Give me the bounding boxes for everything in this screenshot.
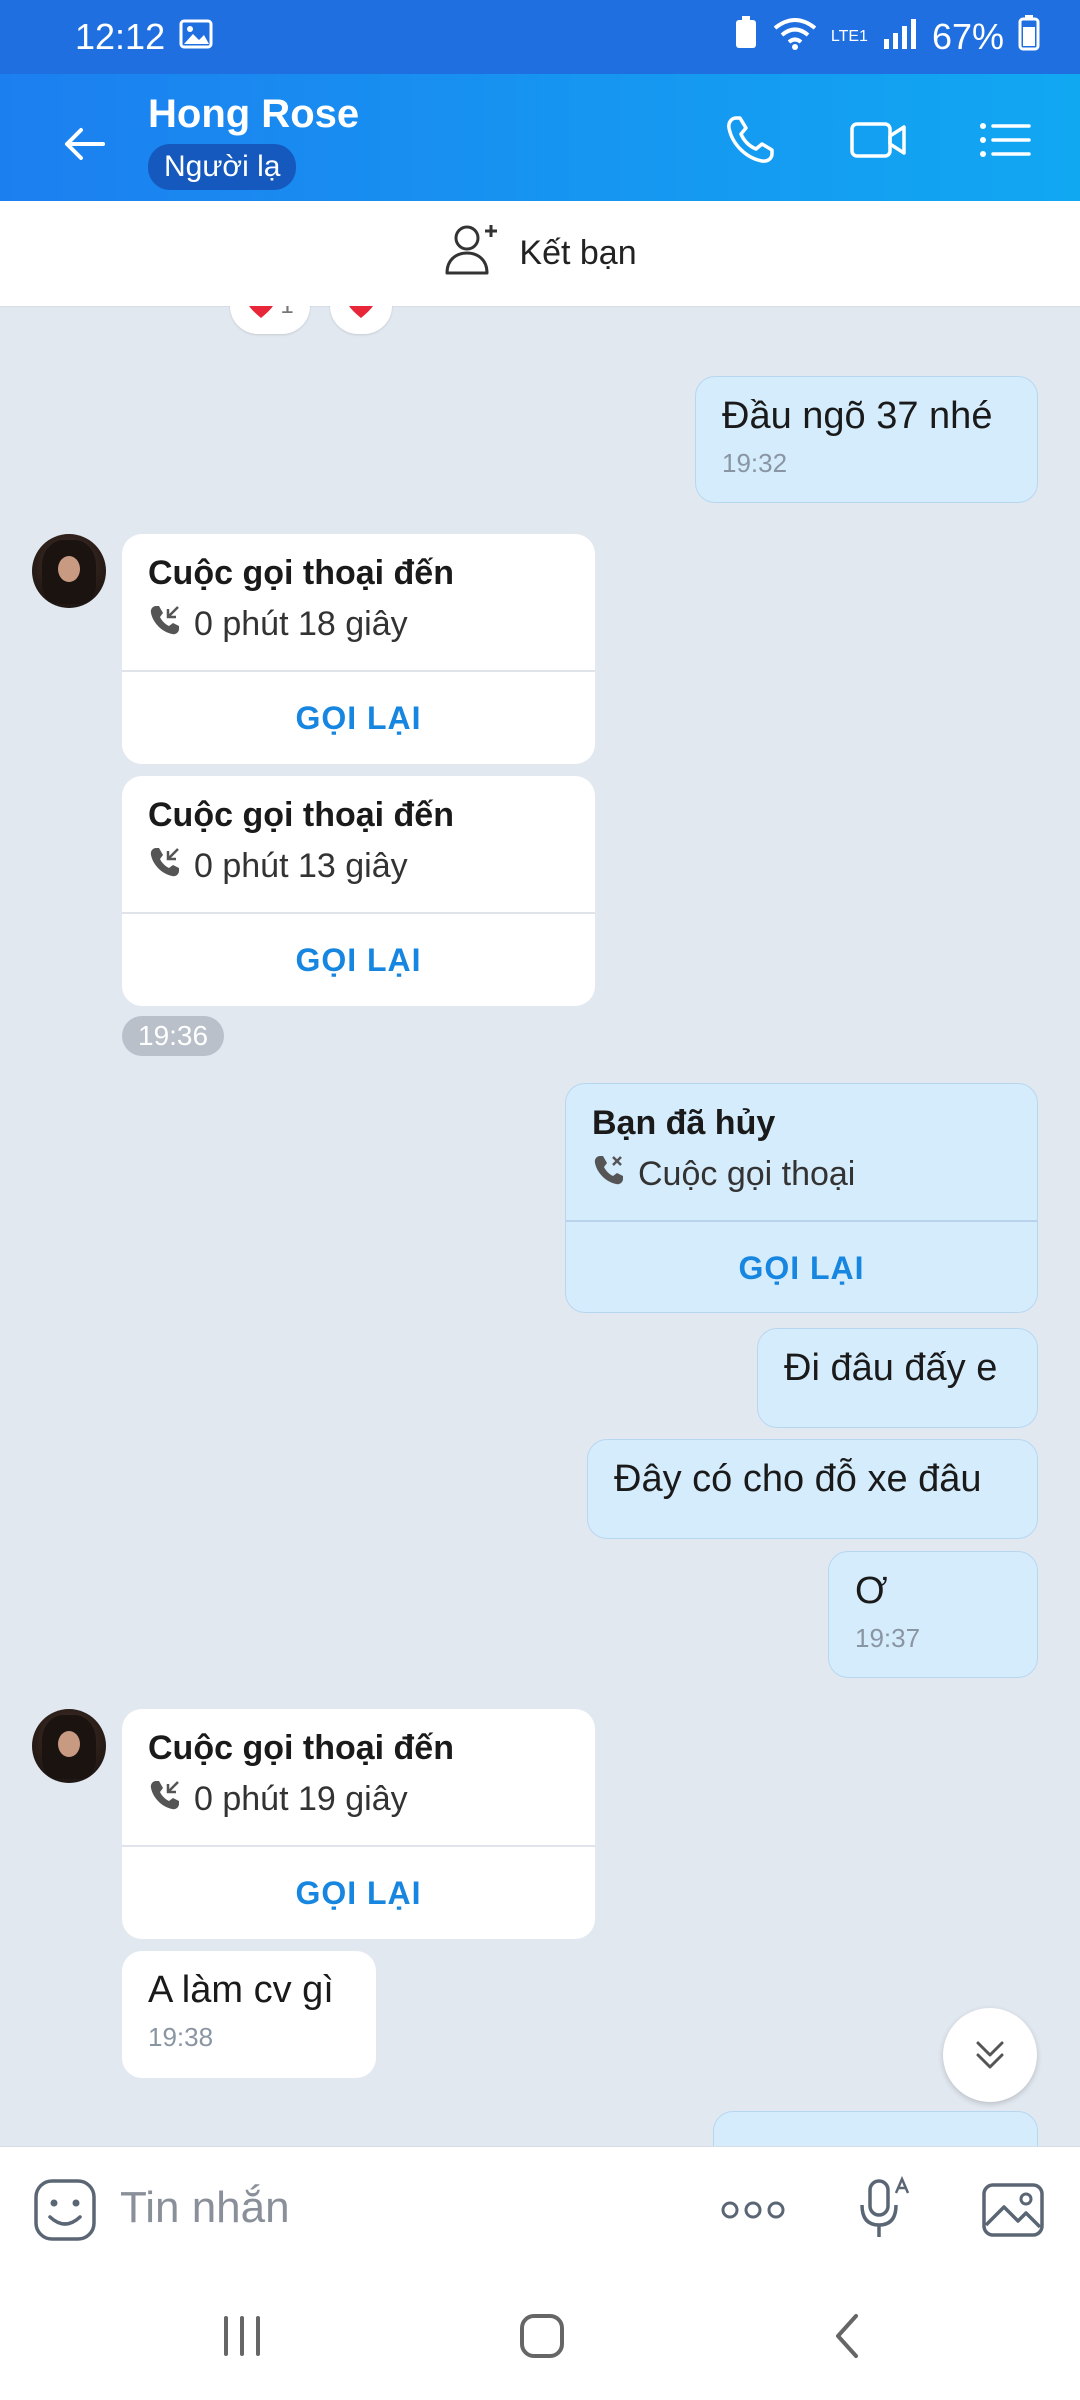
battery-percent: 67% (931, 16, 1004, 57)
lte-indicator: LTE1 (830, 28, 868, 45)
call-back-button[interactable]: GỌI LẠI (566, 1222, 1037, 1312)
back-button[interactable] (55, 114, 115, 174)
more-options-button[interactable] (718, 2175, 788, 2245)
message-time: 19:32 (722, 448, 788, 478)
outgoing-message[interactable]: Đây có cho đỗ xe đâu (587, 1439, 1038, 1539)
incoming-call-card: Cuộc gọi thoại đến 0 phút 19 giây GỌI LẠ… (122, 1709, 595, 1939)
send-image-button[interactable] (978, 2175, 1048, 2245)
message-input[interactable]: Tin nhắn (120, 2183, 290, 2233)
call-duration: 0 phút 13 giây (194, 847, 408, 885)
battery-saver-icon (733, 15, 759, 59)
call-title: Cuộc gọi thoại đến (148, 1729, 454, 1767)
outgoing-message[interactable]: Ơ 19:37 (828, 1551, 1038, 1678)
reaction-heart-button[interactable] (330, 306, 392, 334)
chat-header: Hong Rose Người lạ (0, 74, 1080, 201)
system-navigation-bar (0, 2268, 1080, 2400)
call-status: Cuộc gọi thoại (638, 1155, 856, 1193)
video-call-button[interactable] (848, 112, 908, 168)
home-icon (520, 2314, 564, 2358)
outgoing-message-partial[interactable] (713, 2111, 1038, 2146)
message-text: Đầu ngõ 37 nhé (722, 395, 993, 437)
call-back-button[interactable]: GỌI LẠI (122, 672, 595, 764)
incoming-call-icon (148, 603, 182, 646)
arrow-left-icon (65, 128, 105, 160)
more-dots-icon (721, 2201, 785, 2219)
cancelled-call-card: Bạn đã hủy Cuộc gọi thoại GỌI LẠI (565, 1083, 1038, 1313)
add-friend-label: Kết bạn (519, 234, 637, 272)
heart-icon (249, 306, 274, 318)
incoming-call-icon (148, 845, 182, 888)
call-title: Bạn đã hủy (592, 1104, 776, 1142)
contact-avatar[interactable] (32, 534, 106, 608)
options-menu-button[interactable] (975, 112, 1035, 168)
contact-name[interactable]: Hong Rose (148, 92, 359, 137)
message-text: Ơ (855, 1570, 888, 1612)
message-time: 19:38 (148, 2022, 214, 2052)
system-back-button[interactable] (818, 2308, 878, 2364)
recent-apps-button[interactable] (212, 2308, 272, 2364)
contact-avatar[interactable] (32, 1709, 106, 1783)
reaction-heart-count[interactable]: 1 (230, 306, 310, 334)
reaction-count: 1 (280, 306, 293, 320)
incoming-message[interactable]: A làm cv gì 19:38 (122, 1951, 376, 2078)
gallery-notification-icon (179, 16, 213, 58)
missed-call-icon (592, 1153, 626, 1196)
scroll-to-bottom-button[interactable] (943, 2008, 1037, 2102)
heart-icon (349, 306, 373, 318)
outgoing-message[interactable]: Đầu ngõ 37 nhé 19:32 (695, 376, 1038, 503)
signal-icon (882, 16, 918, 58)
message-text: Đây có cho đỗ xe đâu (614, 1458, 982, 1500)
message-text: Đi đâu đấy e (784, 1347, 998, 1389)
sticker-button[interactable] (30, 2175, 100, 2245)
image-icon (982, 2183, 1044, 2237)
phone-icon (727, 116, 774, 163)
wifi-icon (773, 16, 817, 59)
incoming-call-card: Cuộc gọi thoại đến 0 phút 18 giây GỌI LẠ… (122, 534, 595, 764)
home-button[interactable] (512, 2308, 572, 2364)
call-title: Cuộc gọi thoại đến (148, 796, 454, 834)
voice-call-button[interactable] (722, 112, 782, 168)
smiley-icon (34, 2179, 96, 2241)
outgoing-message[interactable]: Đi đâu đấy e (757, 1328, 1038, 1428)
recent-apps-icon (224, 2316, 260, 2356)
incoming-call-card: Cuộc gọi thoại đến 0 phút 13 giây GỌI LẠ… (122, 776, 595, 1006)
microphone-icon (860, 2175, 910, 2237)
call-back-button[interactable]: GỌI LẠI (122, 1847, 595, 1939)
double-chevron-down-icon (976, 2041, 1004, 2069)
call-duration: 0 phút 18 giây (194, 605, 408, 643)
voice-message-button[interactable] (850, 2175, 920, 2245)
time-separator: 19:36 (122, 1016, 225, 1056)
add-friend-button[interactable]: Kết bạn (0, 201, 1080, 307)
battery-icon (1018, 14, 1040, 60)
chat-area[interactable]: 1 Đầu ngõ 37 nhé 19:32 Cuộc gọi thoại đế… (0, 306, 1080, 2146)
video-camera-icon (850, 122, 906, 158)
status-bar: 12:12 LTE1 67% (0, 0, 1080, 74)
message-text: A làm cv gì (148, 1969, 334, 2011)
incoming-call-icon (148, 1778, 182, 1821)
call-back-button[interactable]: GỌI LẠI (122, 914, 595, 1006)
call-duration: 0 phút 19 giây (194, 1780, 408, 1818)
call-title: Cuộc gọi thoại đến (148, 554, 454, 592)
message-input-bar: Tin nhắn (0, 2146, 1080, 2269)
clock: 12:12 (75, 16, 166, 57)
list-menu-icon (980, 123, 1031, 157)
message-time: 19:37 (855, 1623, 921, 1653)
add-person-icon (443, 221, 503, 286)
stranger-badge: Người lạ (148, 144, 297, 190)
chevron-left-icon (836, 2314, 858, 2358)
